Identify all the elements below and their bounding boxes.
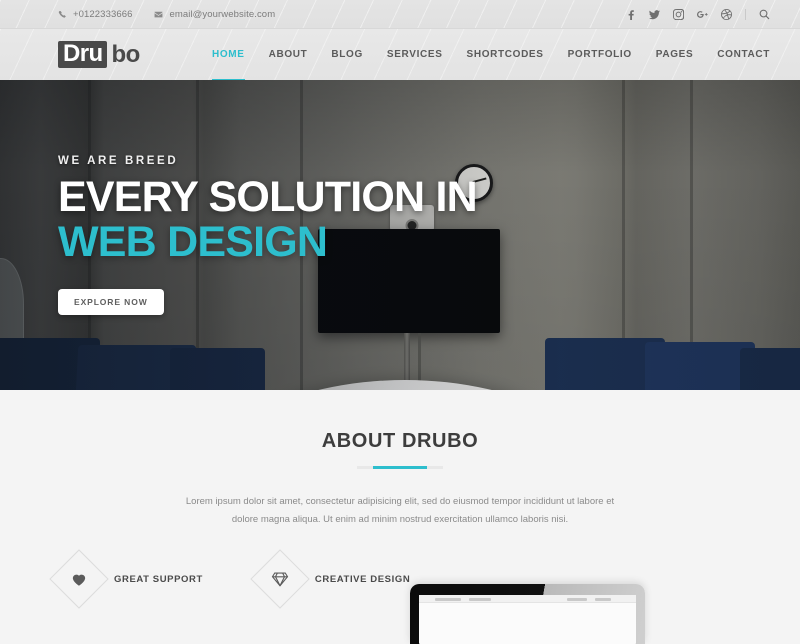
instagram-icon[interactable] xyxy=(673,8,684,20)
envelope-icon xyxy=(154,10,163,19)
feature-label: CREATIVE DESIGN xyxy=(314,573,411,585)
hero-content: WE ARE BREED EVERY SOLUTION IN WEB DESIG… xyxy=(58,80,478,390)
email-address: email@yourwebsite.com xyxy=(169,8,276,20)
nav-item-blog[interactable]: BLOG xyxy=(331,29,363,80)
site-logo[interactable]: Dru bo xyxy=(58,41,140,68)
nav-item-about[interactable]: ABOUT xyxy=(269,29,308,80)
nav-item-pages[interactable]: PAGES xyxy=(656,29,694,80)
email-contact[interactable]: email@yourwebsite.com xyxy=(154,9,275,20)
nav-item-shortcodes[interactable]: SHORTCODES xyxy=(467,29,544,80)
site-header: Dru bo HOME ABOUT BLOG SERVICES SHORTCOD… xyxy=(0,29,800,82)
feature-great-support[interactable]: GREAT SUPPORT xyxy=(49,549,203,609)
google-plus-icon[interactable] xyxy=(697,9,708,20)
dribbble-icon[interactable] xyxy=(721,8,732,20)
phone-contact[interactable]: +0122333666 xyxy=(58,9,132,20)
nav-item-services[interactable]: SERVICES xyxy=(387,29,443,80)
phone-icon xyxy=(58,10,67,19)
mockup-chip xyxy=(435,597,461,601)
hero-eyebrow: WE ARE BREED xyxy=(58,154,179,167)
top-bar-social xyxy=(625,8,770,20)
about-title-divider xyxy=(357,466,443,469)
feature-label: GREAT SUPPORT xyxy=(114,573,203,585)
logo-rest-text: bo xyxy=(111,40,141,68)
explore-now-button[interactable]: EXPLORE NOW xyxy=(58,289,164,316)
search-icon[interactable] xyxy=(759,9,770,20)
top-bar-divider xyxy=(745,8,746,20)
hero-headline-line1: EVERY SOLUTION IN xyxy=(58,172,478,221)
nav-item-portfolio[interactable]: PORTFOLIO xyxy=(568,29,632,80)
twitter-icon[interactable] xyxy=(649,9,660,20)
mockup-chip xyxy=(469,597,491,601)
mockup-chip xyxy=(567,597,587,601)
mockup-chip xyxy=(595,597,611,601)
logo-boxed-text: Dru xyxy=(58,41,107,68)
top-bar: +0122333666 email@yourwebsite.com xyxy=(0,0,800,29)
device-mockup-image xyxy=(410,584,645,644)
gem-icon xyxy=(271,572,289,587)
about-paragraph: Lorem ipsum dolor sit amet, consectetur … xyxy=(185,496,615,525)
feature-creative-design[interactable]: CREATIVE DESIGN xyxy=(250,549,411,609)
facebook-icon[interactable] xyxy=(625,9,636,20)
hero-headline-line2: WEB DESIGN xyxy=(58,217,328,266)
about-title: ABOUT DRUBO xyxy=(321,430,479,452)
feature-list: GREAT SUPPORT CREATIVE DESIGN xyxy=(0,549,800,609)
heart-icon xyxy=(72,574,86,586)
phone-number: +0122333666 xyxy=(73,8,133,20)
nav-item-home[interactable]: HOME xyxy=(212,29,245,82)
hero-banner: WE ARE BREED EVERY SOLUTION IN WEB DESIG… xyxy=(0,80,800,390)
top-bar-contacts: +0122333666 email@yourwebsite.com xyxy=(58,9,275,20)
device-screen xyxy=(419,595,636,644)
about-section: ABOUT DRUBO Lorem ipsum dolor sit amet, … xyxy=(0,390,800,644)
main-navigation: HOME ABOUT BLOG SERVICES SHORTCODES PORT… xyxy=(212,29,770,82)
nav-item-contact[interactable]: CONTACT xyxy=(717,29,770,80)
